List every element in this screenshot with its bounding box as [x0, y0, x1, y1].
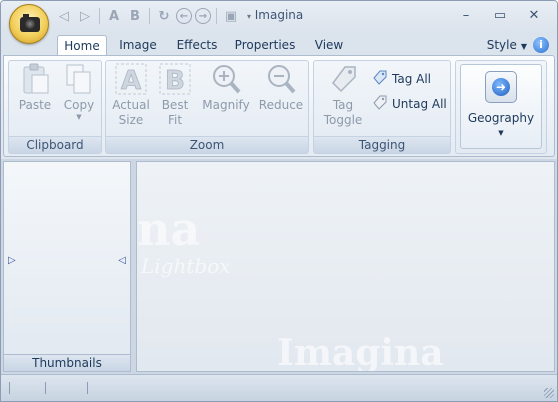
- best-fit-label-1: Best: [161, 98, 189, 112]
- tab-properties[interactable]: Properties: [231, 35, 299, 55]
- window-controls: – ▭ ✕: [449, 5, 551, 25]
- help-icon[interactable]: i: [533, 37, 549, 53]
- actual-size-label-2: Size: [118, 113, 144, 127]
- thumbnails-panel[interactable]: ▷ ◁ Thumbnails: [3, 161, 131, 372]
- actual-size-icon: A: [115, 63, 147, 95]
- tag-icon: [327, 63, 359, 95]
- style-menu[interactable]: Style ▼: [487, 38, 527, 52]
- clipboard-group: Paste Copy ▼ Clipboard: [8, 60, 102, 154]
- style-menu-label: Style: [486, 38, 517, 52]
- app-window: ◁ ▷ A B ↻ ← → ▣ ▾ Imagina – ▭ ✕ Home Ima…: [0, 0, 558, 402]
- ribbon-tabs: Home Image Effects Properties View Style…: [1, 31, 557, 56]
- copy-label: Copy: [63, 98, 95, 112]
- ribbon: Paste Copy ▼ Clipboard A Actual Size B B…: [3, 55, 555, 157]
- magnify-button[interactable]: Magnify: [200, 63, 252, 113]
- tab-image[interactable]: Image: [113, 35, 163, 55]
- svg-text:A: A: [121, 66, 141, 95]
- zoom-group-label: Zoom: [106, 136, 308, 153]
- status-separator: [45, 382, 46, 394]
- geography-button[interactable]: ➜ Geography ▼: [460, 64, 542, 149]
- paste-label: Paste: [18, 98, 52, 112]
- watermark-bottom: Imagina: [277, 332, 444, 372]
- best-fit-button[interactable]: B Best Fit: [154, 63, 196, 128]
- thumbnails-label: Thumbnails: [4, 354, 130, 371]
- status-bar: [1, 374, 557, 401]
- expand-right-icon[interactable]: ▷: [8, 255, 16, 266]
- maximize-button[interactable]: ▭: [483, 5, 517, 25]
- svg-text:B: B: [165, 66, 185, 95]
- close-button[interactable]: ✕: [517, 5, 551, 25]
- tag-toggle-label-2: Toggle: [323, 113, 363, 127]
- chevron-down-icon: ▼: [498, 129, 504, 137]
- tab-home[interactable]: Home: [57, 35, 107, 56]
- watermark-logo: na: [137, 202, 201, 256]
- actual-size-label-1: Actual: [112, 98, 150, 112]
- clipboard-group-label: Clipboard: [9, 136, 101, 153]
- tagging-group: Tag Toggle Tag All Untag All Tagging: [313, 60, 451, 154]
- watermark-subtitle: Lightbox: [141, 254, 231, 278]
- image-viewer[interactable]: na Lightbox Imagina: [136, 161, 555, 372]
- status-separator: [87, 382, 88, 394]
- untag-all-button[interactable]: Untag All: [372, 94, 447, 113]
- tag-toggle-label-1: Tag: [332, 98, 354, 112]
- content-area: ▷ ◁ Thumbnails na Lightbox Imagina: [1, 159, 557, 374]
- resize-grip-icon[interactable]: [544, 388, 554, 398]
- geography-label: Geography: [467, 111, 535, 125]
- paste-icon: [19, 63, 51, 95]
- magnify-label: Magnify: [202, 98, 250, 112]
- paste-button[interactable]: Paste: [15, 63, 55, 113]
- reduce-label: Reduce: [258, 98, 304, 112]
- geography-group: ➜ Geography ▼: [455, 60, 547, 154]
- tag-toggle-button[interactable]: Tag Toggle: [318, 63, 368, 128]
- tag-all-label: Tag All: [392, 71, 432, 86]
- globe-icon: ➜: [485, 71, 517, 103]
- best-fit-icon: B: [159, 63, 191, 95]
- application-menu-button[interactable]: [9, 4, 49, 44]
- tab-view[interactable]: View: [309, 35, 349, 55]
- chevron-down-icon: ▼: [520, 42, 527, 51]
- best-fit-label-2: Fit: [167, 113, 183, 127]
- untag-icon: [372, 94, 388, 113]
- tag-all-button[interactable]: Tag All: [372, 69, 431, 88]
- expand-left-icon[interactable]: ◁: [118, 255, 126, 266]
- tag-icon: [372, 69, 388, 88]
- untag-all-label: Untag All: [392, 96, 447, 111]
- zoom-group: A Actual Size B Best Fit Magnify Reduce …: [105, 60, 309, 154]
- camera-icon: [20, 14, 40, 32]
- copy-icon: [63, 63, 95, 95]
- minimize-button[interactable]: –: [449, 5, 483, 25]
- magnify-icon: [210, 63, 242, 95]
- chevron-down-icon: ▼: [76, 113, 82, 121]
- status-separator: [9, 382, 10, 394]
- title-bar: ◁ ▷ A B ↻ ← → ▣ ▾ Imagina – ▭ ✕: [1, 1, 557, 31]
- tagging-group-label: Tagging: [314, 136, 450, 153]
- actual-size-button[interactable]: A Actual Size: [110, 63, 152, 128]
- reduce-icon: [265, 63, 297, 95]
- copy-button[interactable]: Copy ▼: [59, 63, 99, 122]
- reduce-button[interactable]: Reduce: [256, 63, 306, 113]
- tab-effects[interactable]: Effects: [171, 35, 223, 55]
